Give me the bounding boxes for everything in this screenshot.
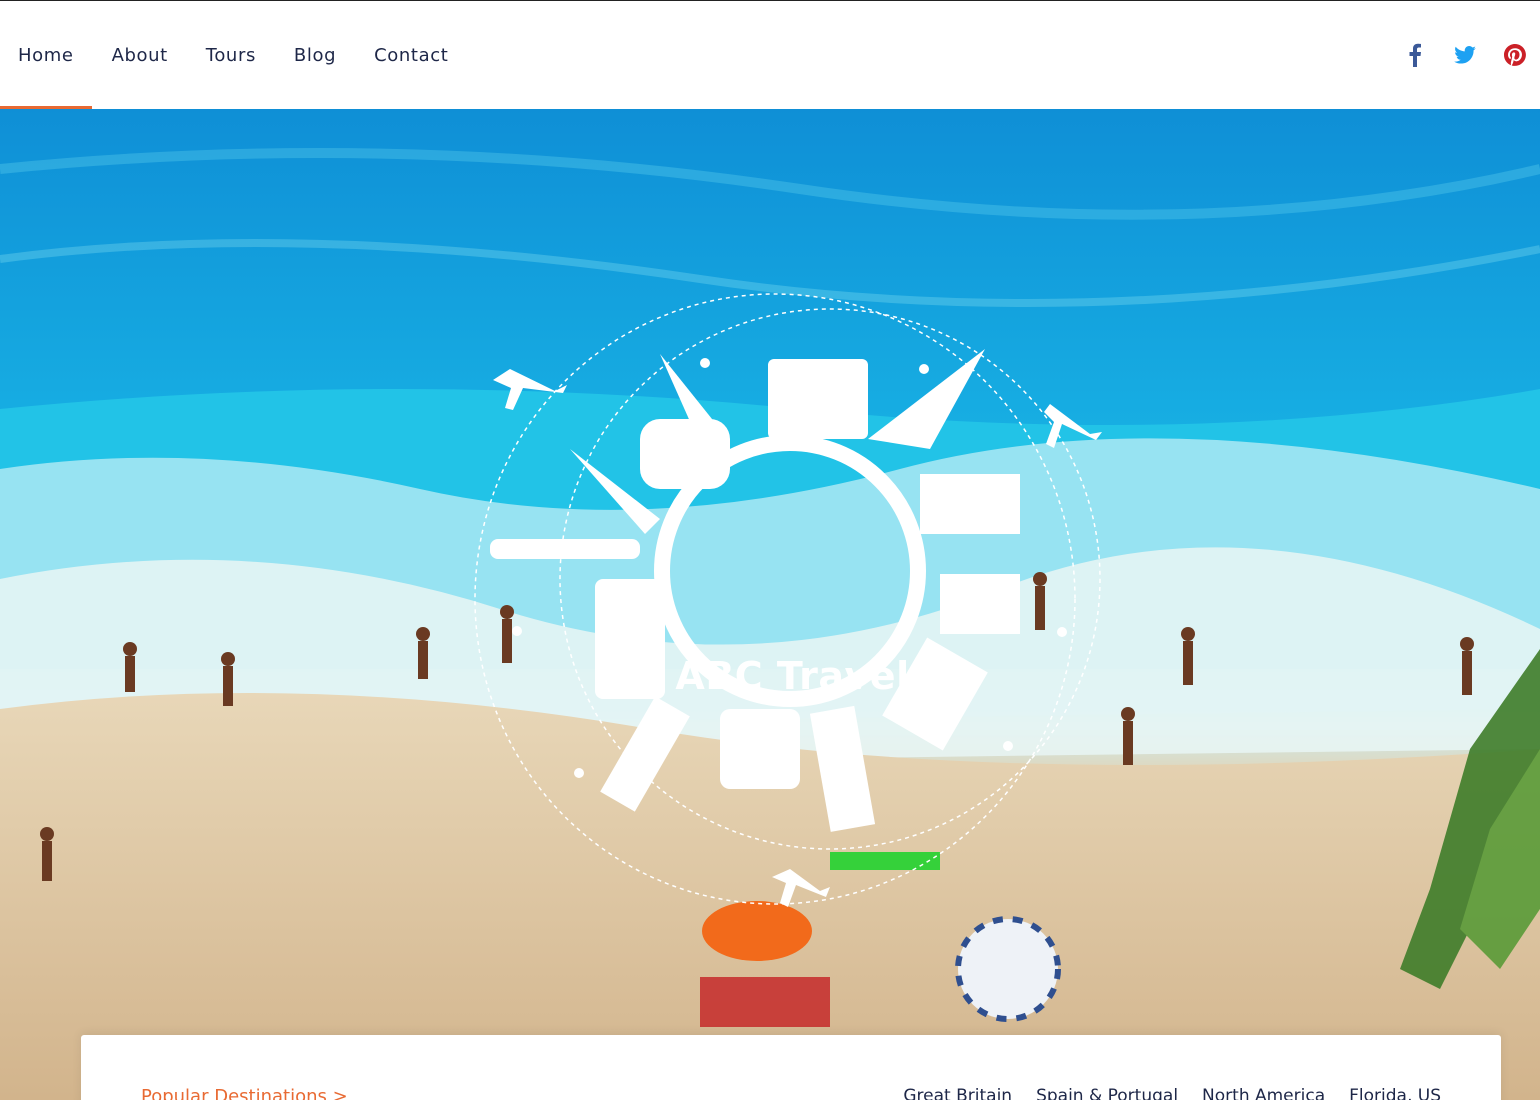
destination-spain-portugal[interactable]: Spain & Portugal [1036,1086,1178,1100]
top-navigation-bar: Home About Tours Blog Contact [0,0,1540,110]
destination-great-britain[interactable]: Great Britain [903,1086,1012,1100]
destination-florida-us[interactable]: Florida, US [1349,1086,1441,1100]
hero-banner: ABC Travel [0,109,1540,1100]
social-links [1390,1,1540,109]
nav-contact[interactable]: Contact [356,1,466,109]
nav-home[interactable]: Home [0,1,92,110]
popular-destinations-link[interactable]: Popular Destinations > [141,1086,348,1100]
beach-background-image [0,109,1540,1100]
nav-about[interactable]: About [94,1,186,109]
facebook-icon[interactable] [1390,30,1440,80]
twitter-icon[interactable] [1440,30,1490,80]
nav-tours[interactable]: Tours [188,1,274,109]
nav-blog[interactable]: Blog [276,1,354,109]
popular-destinations-card: Popular Destinations > Great Britain Spa… [81,1035,1501,1100]
brand-logo-text: ABC Travel [675,654,910,698]
main-nav: Home About Tours Blog Contact [0,1,468,110]
pinterest-icon[interactable] [1490,30,1540,80]
destination-north-america[interactable]: North America [1202,1086,1325,1100]
destination-links: Great Britain Spain & Portugal North Ame… [903,1086,1441,1100]
